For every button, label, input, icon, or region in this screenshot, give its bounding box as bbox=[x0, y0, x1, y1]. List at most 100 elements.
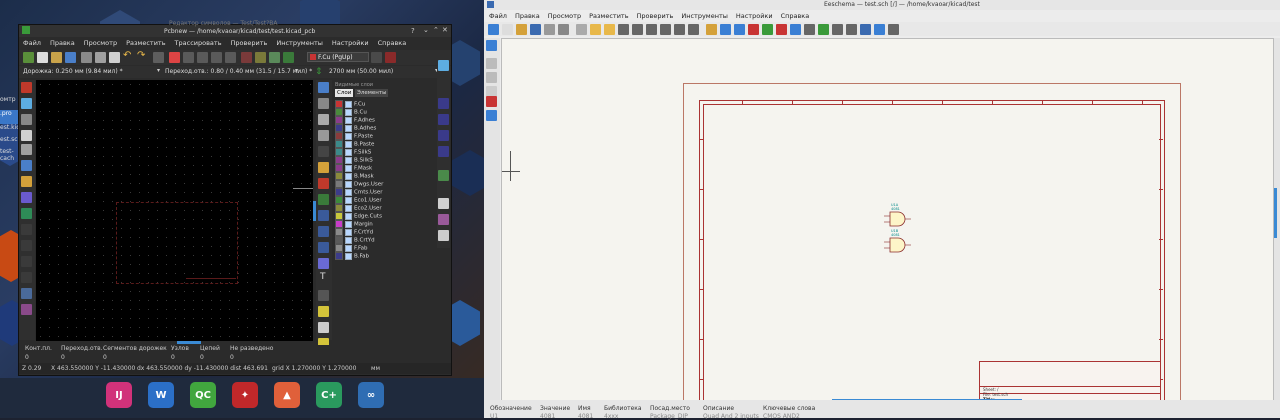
layer-row[interactable]: Margin bbox=[335, 220, 373, 228]
add-zone-icon[interactable] bbox=[318, 178, 329, 189]
add-footprint-icon[interactable] bbox=[318, 130, 329, 141]
layer-row[interactable]: F.Fab bbox=[335, 244, 368, 252]
print-icon[interactable] bbox=[95, 52, 106, 63]
units-inch-icon[interactable] bbox=[486, 58, 497, 69]
save-icon[interactable] bbox=[65, 52, 76, 63]
local-ratsnest-icon[interactable] bbox=[318, 114, 329, 125]
layer-visibility-checkbox[interactable] bbox=[345, 236, 352, 244]
schematic-canvas[interactable]: U1A 4081 U1B 4081 Sheet: / File: test.sc… bbox=[501, 38, 1274, 404]
add-target-icon[interactable] bbox=[318, 306, 329, 317]
delete-icon[interactable] bbox=[318, 322, 329, 333]
toolbar-button-icon[interactable] bbox=[660, 24, 671, 35]
dock-app-icon[interactable]: ▲ bbox=[274, 382, 300, 408]
open-icon[interactable] bbox=[51, 52, 62, 63]
add-line-icon[interactable] bbox=[318, 210, 329, 221]
layer-color-swatch[interactable] bbox=[335, 228, 343, 236]
toolbar-button-icon[interactable] bbox=[860, 24, 871, 35]
menu-file[interactable]: Файл bbox=[23, 39, 41, 49]
layer-row[interactable]: F.CrtYd bbox=[335, 228, 373, 236]
footprint-browser-icon[interactable] bbox=[255, 52, 266, 63]
grid-toggle-icon[interactable] bbox=[486, 40, 497, 51]
hide-icon[interactable] bbox=[438, 170, 449, 181]
highlight-net-icon[interactable] bbox=[318, 98, 329, 109]
file-list-item[interactable]: .pro bbox=[0, 110, 18, 124]
layer-visibility-checkbox[interactable] bbox=[345, 244, 352, 252]
layer-visibility-checkbox[interactable] bbox=[345, 252, 352, 260]
toolbar-button-icon[interactable] bbox=[530, 24, 541, 35]
menu-preferences[interactable]: Настройки bbox=[332, 39, 369, 49]
layer-visibility-checkbox[interactable] bbox=[345, 196, 352, 204]
toolbar-button-icon[interactable] bbox=[748, 24, 759, 35]
tab-layers[interactable]: Слои bbox=[335, 89, 354, 97]
dock-app-icon[interactable]: QC bbox=[190, 382, 216, 408]
toolbar-button-icon[interactable] bbox=[874, 24, 885, 35]
toolbar-button-icon[interactable] bbox=[502, 24, 513, 35]
zoom-fit-icon[interactable] bbox=[211, 52, 222, 63]
dock-app-icon[interactable]: W bbox=[148, 382, 174, 408]
toolbar-button-icon[interactable] bbox=[832, 24, 843, 35]
hidden-pins-icon[interactable] bbox=[486, 96, 497, 107]
toolbar-button-icon[interactable] bbox=[688, 24, 699, 35]
layer-color-swatch[interactable] bbox=[335, 188, 343, 196]
dock-app-icon[interactable]: C+ bbox=[316, 382, 342, 408]
maximize-icon[interactable]: ⌃ bbox=[433, 26, 439, 34]
help-icon[interactable]: ? bbox=[411, 27, 415, 35]
file-list-item[interactable]: омтр bbox=[0, 96, 18, 110]
add-dimension-icon[interactable] bbox=[318, 290, 329, 301]
route-track-icon[interactable] bbox=[318, 146, 329, 157]
toolbar-button-icon[interactable] bbox=[790, 24, 801, 35]
layer-visibility-checkbox[interactable] bbox=[345, 220, 352, 228]
layer-row[interactable]: B.Cu bbox=[335, 108, 367, 116]
curved-ratsnest-icon[interactable] bbox=[21, 192, 32, 203]
menu-preferences[interactable]: Настройки bbox=[736, 12, 773, 20]
add-circle-icon[interactable] bbox=[318, 226, 329, 237]
layer-row[interactable]: B.Paste bbox=[335, 140, 374, 148]
grid-toggle-icon[interactable] bbox=[21, 98, 32, 109]
grid-size-select[interactable]: 2700 мм (50.00 мил) bbox=[329, 67, 429, 77]
layer-visibility-checkbox[interactable] bbox=[345, 212, 352, 220]
add-keepout-icon[interactable] bbox=[318, 194, 329, 205]
add-text-icon[interactable]: T bbox=[320, 272, 326, 282]
plot-icon[interactable] bbox=[109, 52, 120, 63]
layer-visibility-checkbox[interactable] bbox=[345, 108, 352, 116]
drc-off-icon[interactable] bbox=[21, 82, 32, 93]
dock-app-icon[interactable]: ∞ bbox=[358, 382, 384, 408]
layer-visibility-checkbox[interactable] bbox=[345, 188, 352, 196]
page-settings-icon[interactable] bbox=[81, 52, 92, 63]
menu-edit[interactable]: Правка bbox=[515, 12, 540, 20]
layer-visibility-checkbox[interactable] bbox=[345, 204, 352, 212]
layer-color-swatch[interactable] bbox=[335, 180, 343, 188]
dock-app-icon[interactable]: IJ bbox=[106, 382, 132, 408]
schematic-symbol[interactable]: U1A 4081 bbox=[882, 203, 912, 229]
layer-select[interactable]: F.Cu (PgUp) bbox=[307, 52, 369, 62]
layer-color-swatch[interactable] bbox=[335, 132, 343, 140]
layers-manager-icon[interactable] bbox=[21, 304, 32, 315]
layer-color-swatch[interactable] bbox=[335, 252, 343, 260]
layer-visibility-checkbox[interactable] bbox=[345, 100, 352, 108]
toolbar-button-icon[interactable] bbox=[558, 24, 569, 35]
toggle-panel-icon[interactable] bbox=[438, 198, 449, 209]
menu-help[interactable]: Справка bbox=[781, 12, 810, 20]
toolbar-button-icon[interactable] bbox=[888, 24, 899, 35]
trash-icon[interactable] bbox=[438, 230, 449, 241]
layer-color-swatch[interactable] bbox=[335, 148, 343, 156]
minimize-icon[interactable]: ⌄ bbox=[423, 26, 429, 34]
layer-color-swatch[interactable] bbox=[335, 244, 343, 252]
toolbar-button-icon[interactable] bbox=[646, 24, 657, 35]
layer-pair-icon[interactable] bbox=[371, 52, 382, 63]
layer-row[interactable]: F.SilkS bbox=[335, 148, 371, 156]
search-icon[interactable] bbox=[153, 52, 164, 63]
tab-items[interactable]: Элементы bbox=[355, 89, 389, 97]
cursor-shape-icon[interactable] bbox=[21, 160, 32, 171]
layer-row[interactable]: Eco2.User bbox=[335, 204, 382, 212]
layer-color-swatch[interactable] bbox=[335, 164, 343, 172]
redo-icon[interactable]: ↷ bbox=[137, 50, 145, 61]
layer-row[interactable]: Dwgs.User bbox=[335, 180, 383, 188]
menu-place[interactable]: Разместить bbox=[589, 12, 628, 20]
layer-row[interactable]: F.Mask bbox=[335, 164, 372, 172]
toolbar-button-icon[interactable] bbox=[674, 24, 685, 35]
layer-color-swatch[interactable] bbox=[335, 236, 343, 244]
menu-view[interactable]: Просмотр bbox=[84, 39, 117, 49]
polar-coords-icon[interactable] bbox=[21, 114, 32, 125]
mode-icon[interactable] bbox=[385, 52, 396, 63]
